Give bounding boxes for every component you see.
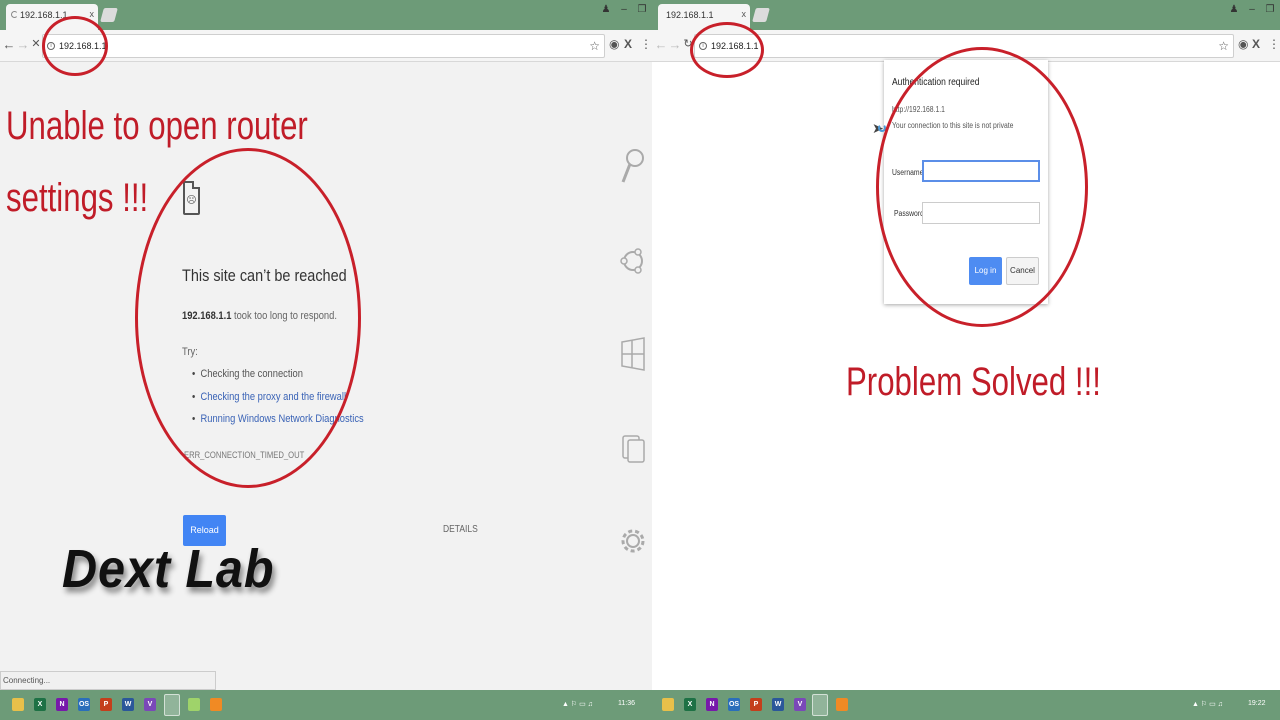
- minimize-icon[interactable]: –: [1246, 4, 1258, 15]
- back-arrow-icon[interactable]: ←: [654, 37, 668, 52]
- magnifier-icon: [621, 149, 644, 183]
- copy-icon: [622, 435, 645, 463]
- taskbar-visio-icon[interactable]: V: [144, 698, 156, 711]
- details-button[interactable]: DETAILS: [443, 524, 478, 535]
- bookmark-star-icon[interactable]: ☆: [1218, 39, 1229, 53]
- taskbar-word-icon[interactable]: W: [122, 698, 134, 711]
- extension-x-icon[interactable]: X: [624, 37, 632, 51]
- maximize-icon[interactable]: ❐: [1264, 4, 1276, 15]
- annotation-unable-line2: settings !!!: [6, 176, 149, 220]
- error-highlight-circle: [135, 148, 361, 488]
- menu-dots-icon[interactable]: ⋮: [1268, 37, 1280, 51]
- screenshot-root: 192.168.1.1 x ♟ – ❐ ✕ ← → ✕ i 192.168.1.…: [0, 0, 1280, 720]
- address-bar[interactable]: i 192.168.1.1 ☆: [42, 34, 605, 58]
- taskbar-powerpoint-icon[interactable]: P: [100, 698, 112, 711]
- taskbar-vlc-icon[interactable]: [210, 698, 222, 711]
- forward-arrow-icon[interactable]: →: [668, 37, 682, 52]
- taskbar-onenote-icon[interactable]: N: [56, 698, 68, 711]
- maximize-icon[interactable]: ❐: [636, 4, 648, 15]
- taskbar-excel-icon[interactable]: X: [34, 698, 46, 711]
- windows-logo-icon: [621, 337, 645, 371]
- taskbar-vlc-icon[interactable]: [836, 698, 848, 711]
- dialog-highlight-circle: [876, 47, 1088, 327]
- taskbar-clock: 11:36: [618, 700, 635, 707]
- taskbar-word-icon[interactable]: W: [772, 698, 784, 711]
- annotation-problem-solved: Problem Solved !!!: [846, 360, 1101, 404]
- forward-arrow-icon[interactable]: →: [16, 37, 30, 52]
- extension-icon[interactable]: ◉: [1238, 37, 1248, 51]
- status-bar: Connecting...: [0, 671, 216, 690]
- user-icon[interactable]: ♟: [1228, 4, 1240, 15]
- stop-icon[interactable]: ✕: [29, 37, 43, 50]
- taskbar-clock: 19:22: [1248, 700, 1266, 707]
- window-controls: ♟ – ❐ ✕: [1228, 0, 1280, 18]
- tab-close-icon[interactable]: x: [90, 9, 95, 19]
- tab-title: 192.168.1.1: [666, 10, 714, 20]
- taskbar-picture-icon[interactable]: [188, 698, 200, 711]
- left-browser-window: 192.168.1.1 x ♟ – ❐ ✕ ← → ✕ i 192.168.1.…: [0, 0, 652, 720]
- taskbar-excel-icon[interactable]: X: [684, 698, 696, 711]
- taskbar-outlook-icon[interactable]: OS: [728, 698, 740, 711]
- right-browser-window: 192.168.1.1 x ♟ – ❐ ✕ ← → ↻ i 192.168.1.…: [652, 0, 1280, 720]
- taskbar-onenote-icon[interactable]: N: [706, 698, 718, 711]
- back-arrow-icon[interactable]: ←: [2, 37, 16, 52]
- url-highlight-circle: [690, 22, 764, 78]
- system-tray-icons[interactable]: ▲ ⚐ ▭ ♫: [562, 700, 593, 708]
- taskbar-explorer-icon[interactable]: [12, 698, 24, 711]
- gear-icon: [621, 529, 645, 553]
- taskbar-explorer-icon[interactable]: [662, 698, 674, 711]
- system-tray-icons[interactable]: ▲ ⚐ ▭ ♫: [1192, 700, 1223, 708]
- new-tab-button[interactable]: [100, 8, 118, 22]
- taskbar-visio-icon[interactable]: V: [794, 698, 806, 711]
- new-tab-button[interactable]: [752, 8, 770, 22]
- taskbar-chrome-icon[interactable]: [812, 694, 828, 716]
- watermark-logo: Dext Lab: [62, 539, 275, 599]
- annotation-unable-line1: Unable to open router: [6, 104, 308, 148]
- taskbar-left: X N OS P W V ▲ ⚐ ▭ ♫ 11:36: [0, 690, 652, 720]
- menu-dots-icon[interactable]: ⋮: [640, 37, 652, 51]
- extension-x-icon[interactable]: X: [1252, 37, 1260, 51]
- taskbar-chrome-icon[interactable]: [164, 694, 180, 716]
- taskbar-powerpoint-icon[interactable]: P: [750, 698, 762, 711]
- user-icon[interactable]: ♟: [600, 4, 612, 15]
- bookmark-star-icon[interactable]: ☆: [589, 39, 600, 53]
- taskbar-right: X N OS P W V ▲ ⚐ ▭ ♫ 19:22: [652, 690, 1280, 720]
- tab-close-icon[interactable]: x: [742, 9, 747, 19]
- loading-spinner-icon: [11, 11, 18, 18]
- extension-icon[interactable]: ◉: [609, 37, 619, 51]
- url-highlight-circle: [42, 16, 108, 76]
- minimize-icon[interactable]: –: [618, 4, 630, 15]
- window-controls: ♟ – ❐ ✕: [600, 0, 652, 18]
- taskbar-outlook-icon[interactable]: OS: [78, 698, 90, 711]
- ubuntu-icon: [620, 248, 643, 274]
